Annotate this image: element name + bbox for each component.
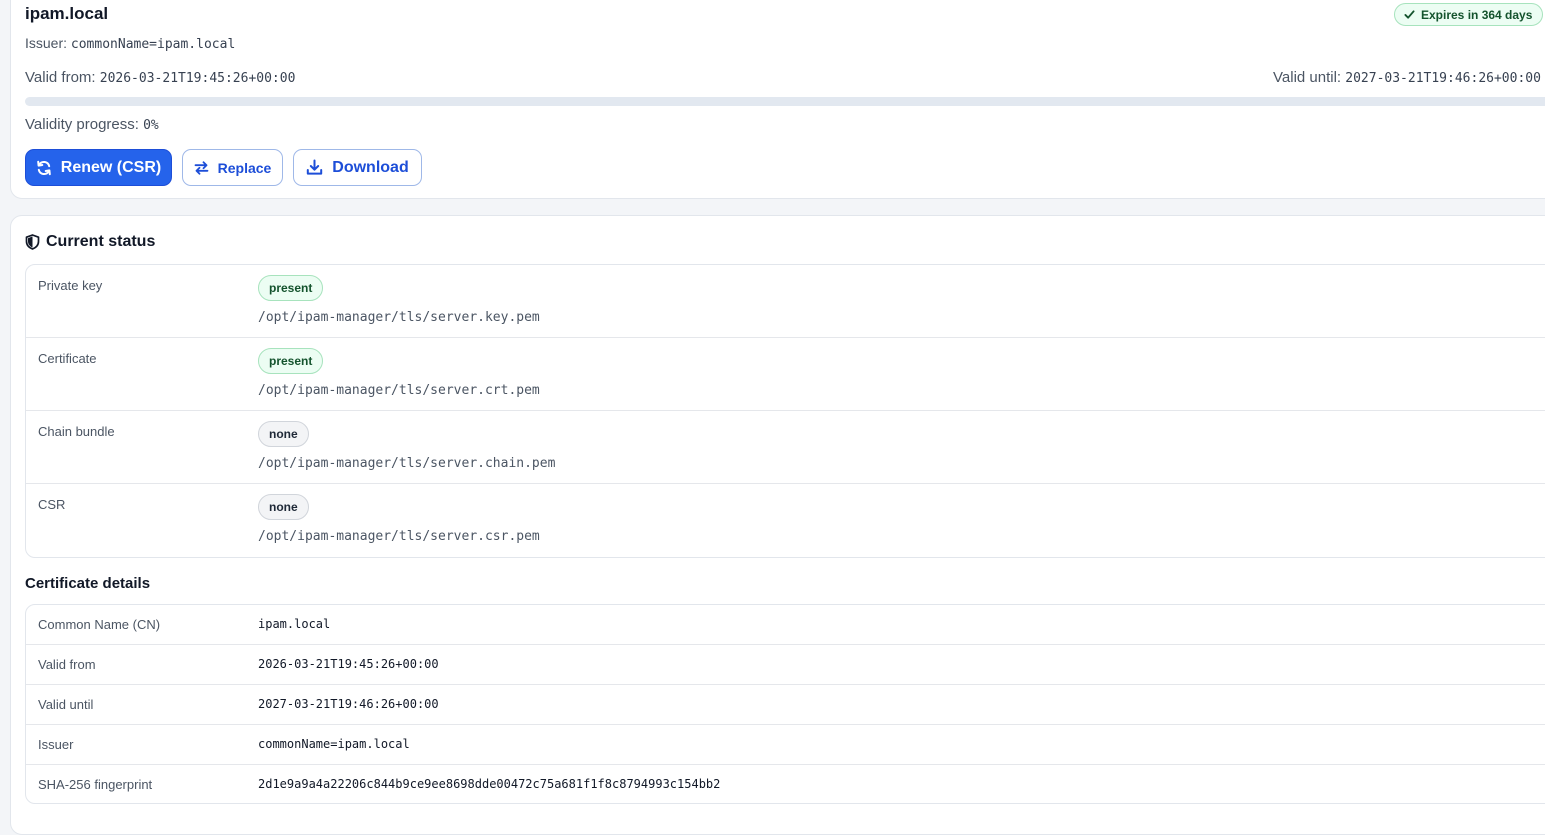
expiry-badge: Expires in 364 days — [1394, 3, 1544, 26]
valid-until-value: 2027-03-21T19:46:26+00:00 — [1345, 71, 1541, 86]
certificate-hostname: ipam.local — [25, 4, 109, 23]
status-row-label: Private key — [38, 278, 103, 293]
expiry-badge-text: Expires in 364 days — [1421, 7, 1533, 22]
download-label: Download — [332, 158, 409, 176]
status-row-private-key: Private key present /opt/ipam-manager/tl… — [26, 265, 1545, 338]
detail-row-label: Issuer — [38, 737, 74, 752]
status-row-csr: CSR none /opt/ipam-manager/tls/server.cs… — [26, 484, 1545, 557]
replace-label: Replace — [217, 159, 272, 176]
status-row-label: Certificate — [38, 351, 97, 366]
detail-row-value: ipam.local — [258, 617, 331, 631]
issuer-line: Issuer: commonName=ipam.local — [25, 35, 235, 52]
certificate-details-table: Common Name (CN) ipam.local Valid from 2… — [25, 604, 1545, 804]
check-icon — [1404, 10, 1415, 19]
refresh-icon — [36, 160, 51, 175]
detail-row-sha256-fingerprint: SHA-256 fingerprint 2d1e9a9a4a22206c844b… — [26, 765, 1545, 803]
status-row-path: /opt/ipam-manager/tls/server.crt.pem — [258, 383, 540, 398]
current-status-heading: Current status — [25, 233, 155, 251]
status-badge: none — [258, 494, 309, 520]
detail-row-issuer: Issuer commonName=ipam.local — [26, 725, 1545, 765]
detail-row-common-name: Common Name (CN) ipam.local — [26, 605, 1545, 645]
detail-row-label: Common Name (CN) — [38, 617, 161, 632]
status-row-path: /opt/ipam-manager/tls/server.chain.pem — [258, 456, 556, 471]
download-button[interactable]: Download — [293, 149, 422, 186]
detail-row-label: Valid until — [38, 697, 94, 712]
detail-row-label: SHA-256 fingerprint — [38, 777, 153, 792]
status-row-label: Chain bundle — [38, 424, 115, 439]
status-row-path: /opt/ipam-manager/tls/server.csr.pem — [258, 529, 540, 544]
status-row-label: CSR — [38, 497, 66, 512]
status-badge: none — [258, 421, 309, 447]
current-status-title: Current status — [46, 233, 156, 250]
renew-csr-label: Renew (CSR) — [60, 158, 162, 176]
valid-from-value: 2026-03-21T19:45:26+00:00 — [99, 71, 296, 86]
detail-row-valid-from: Valid from 2026-03-21T19:45:26+00:00 — [26, 645, 1545, 685]
certificate-details-heading: Certificate details — [25, 575, 151, 592]
status-badge: present — [258, 275, 324, 301]
detail-row-label: Valid from — [38, 657, 96, 672]
valid-until-label: Valid until: — [1273, 69, 1342, 86]
valid-until-line: Valid until: 2027-03-21T19:46:26+00:00 — [1273, 69, 1541, 86]
status-row-certificate: Certificate present /opt/ipam-manager/tl… — [26, 338, 1545, 411]
issuer-value: commonName=ipam.local — [70, 37, 236, 52]
download-icon — [307, 159, 323, 175]
valid-from-line: Valid from: 2026-03-21T19:45:26+00:00 — [25, 69, 295, 86]
detail-row-value: 2d1e9a9a4a22206c844b9ce9ee8698dde00472c7… — [258, 777, 721, 791]
status-badge: present — [258, 348, 324, 374]
detail-row-value: commonName=ipam.local — [258, 737, 410, 751]
issuer-label: Issuer: — [25, 35, 68, 51]
validity-progress-value: 0% — [143, 118, 159, 133]
validity-progress-label: Validity progress: — [25, 116, 139, 133]
status-table: Private key present /opt/ipam-manager/tl… — [25, 264, 1545, 558]
status-row-path: /opt/ipam-manager/tls/server.key.pem — [258, 310, 540, 325]
replace-button[interactable]: Replace — [182, 149, 283, 186]
valid-from-label: Valid from: — [25, 69, 96, 86]
validity-progress-bar — [25, 97, 1545, 106]
detail-row-value: 2027-03-21T19:46:26+00:00 — [258, 697, 439, 711]
detail-row-value: 2026-03-21T19:45:26+00:00 — [258, 657, 439, 671]
renew-csr-button[interactable]: Renew (CSR) — [25, 149, 172, 186]
shield-icon — [25, 234, 40, 250]
validity-progress-line: Validity progress: 0% — [25, 116, 159, 133]
detail-row-valid-until: Valid until 2027-03-21T19:46:26+00:00 — [26, 685, 1545, 725]
status-row-chain-bundle: Chain bundle none /opt/ipam-manager/tls/… — [26, 411, 1545, 484]
swap-arrows-icon — [194, 160, 209, 175]
